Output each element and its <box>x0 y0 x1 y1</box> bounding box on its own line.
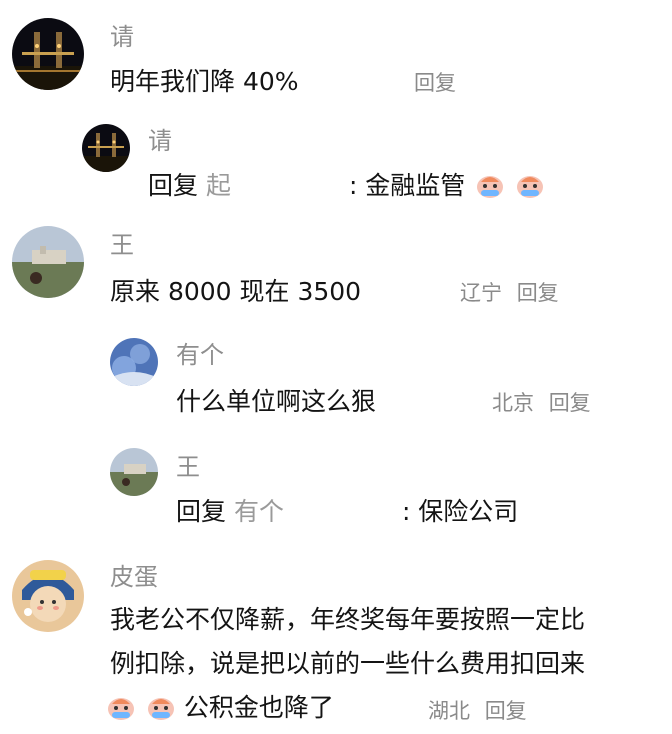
comment-meta: 辽宁 回复 <box>460 278 559 308</box>
avatar[interactable] <box>12 18 84 90</box>
comment-text-line-1: 我老公不仅降薪，年终奖每年要按照一定比 <box>110 605 586 634</box>
location: 辽宁 <box>460 281 502 305</box>
avatar[interactable] <box>12 226 84 298</box>
crying-face-emoji-icon <box>146 692 176 722</box>
blue-sky-photo-icon <box>110 338 158 386</box>
reply-button[interactable]: 回复 <box>517 281 559 305</box>
cartoon-girl-avatar-icon <box>12 560 84 632</box>
reply-to-user[interactable]: 起 <box>206 171 231 200</box>
username[interactable]: 王 <box>176 452 200 482</box>
username[interactable]: 皮蛋 <box>110 562 158 592</box>
avatar[interactable] <box>82 124 130 172</box>
reply-button[interactable]: 回复 <box>414 71 456 95</box>
comment-meta: 北京 回复 <box>492 388 591 418</box>
night-bridge-photo-icon <box>12 18 84 90</box>
crying-face-emoji-icon <box>515 170 545 200</box>
avatar[interactable] <box>110 338 158 386</box>
comment-text-line-2: 例扣除，说是把以前的一些什么费用扣回来 <box>110 649 586 678</box>
landscape-photo-icon <box>110 448 158 496</box>
comment-text: 明年我们降 40% <box>110 67 299 96</box>
comment-meta: 湖北 回复 <box>428 696 527 726</box>
crying-face-emoji-icon <box>475 170 505 200</box>
reply-text: : 保险公司 <box>401 497 519 526</box>
comment-text: 回复 起 : 金融监管 <box>148 166 545 206</box>
comment-text: 原来 8000 现在 3500 <box>110 277 362 306</box>
location: 北京 <box>492 391 534 415</box>
avatar[interactable] <box>12 560 84 632</box>
comment-text: 什么单位啊这么狠 <box>176 387 377 416</box>
username[interactable]: 王 <box>110 230 134 260</box>
reply-text: : 金融监管 <box>348 171 466 200</box>
avatar[interactable] <box>110 448 158 496</box>
crying-face-emoji-icon <box>106 692 136 722</box>
landscape-photo-icon <box>12 226 84 298</box>
comment-meta: 回复 <box>414 68 456 98</box>
location: 湖北 <box>428 699 470 723</box>
comment-text: 回复 有个 : 保险公司 <box>176 492 518 532</box>
reply-to-user[interactable]: 有个 <box>234 497 284 526</box>
night-bridge-photo-icon <box>82 124 130 172</box>
reply-prefix: 回复 <box>176 497 227 526</box>
comment-text-tail: 公积金也降了 <box>183 693 334 722</box>
username[interactable]: 请 <box>110 22 134 52</box>
reply-button[interactable]: 回复 <box>549 391 591 415</box>
reply-button[interactable]: 回复 <box>485 699 527 723</box>
comment-text-line-3: 公积金也降了 <box>104 688 334 728</box>
reply-prefix: 回复 <box>148 171 199 200</box>
username[interactable]: 请 <box>148 126 172 156</box>
username[interactable]: 有个 <box>176 340 224 370</box>
